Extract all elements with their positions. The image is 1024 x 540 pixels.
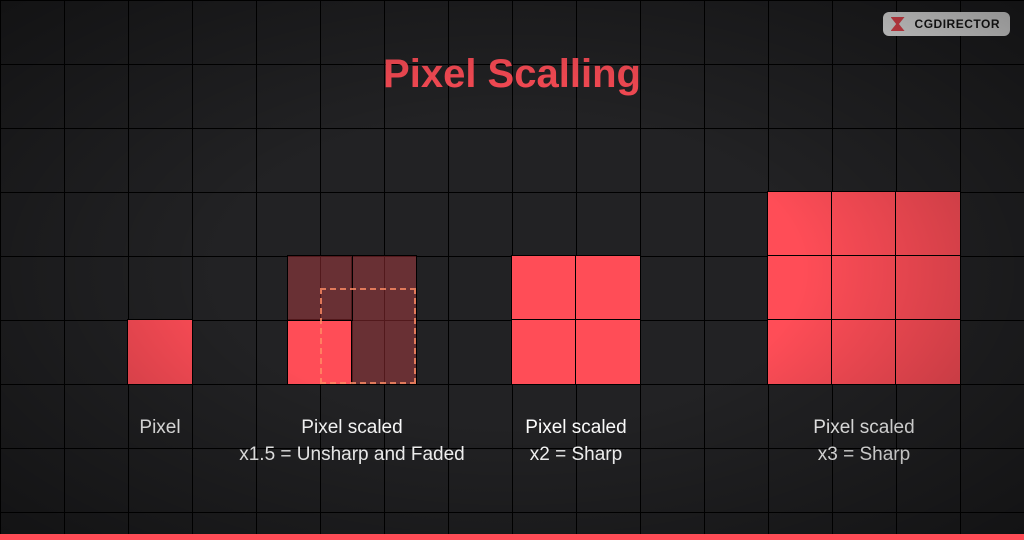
label-x2-line2: x2 = Sharp (530, 444, 622, 465)
label-x15: Pixel scaled x1.5 = Unsharp and Faded (222, 415, 482, 468)
pixel-x2-11 (576, 320, 640, 384)
pixel-x3-11 (832, 256, 896, 320)
pixel-x3-02 (896, 192, 960, 256)
label-x15-line2: x1.5 = Unsharp and Faded (239, 444, 465, 465)
pixel-x3-22 (896, 320, 960, 384)
pixel-original (128, 320, 192, 384)
brand-logo: CGDIRECTOR (883, 12, 1010, 36)
label-x2: Pixel scaled x2 = Sharp (446, 415, 706, 468)
accent-bottom-bar (0, 534, 1024, 540)
pixel-x3-10 (768, 256, 832, 320)
pixel-x3-00 (768, 192, 832, 256)
pixel-x2-10 (512, 320, 576, 384)
pixel-x3-01 (832, 192, 896, 256)
label-x3: Pixel scaled x3 = Sharp (734, 415, 994, 468)
pixel-x3-12 (896, 256, 960, 320)
label-original-line1: Pixel (139, 417, 180, 438)
pixel-x2-00 (512, 256, 576, 320)
label-x3-line2: x3 = Sharp (818, 444, 910, 465)
brand-logo-icon (891, 17, 909, 31)
label-x15-line1: Pixel scaled (301, 417, 402, 438)
pixel-x3-20 (768, 320, 832, 384)
brand-logo-text: CGDIRECTOR (915, 17, 1000, 31)
page-title: Pixel Scalling (0, 52, 1024, 97)
pixel-x15-dashed-outline (320, 288, 416, 384)
pixel-x3-21 (832, 320, 896, 384)
label-x2-line1: Pixel scaled (525, 417, 626, 438)
label-x3-line1: Pixel scaled (813, 417, 914, 438)
pixel-x2-01 (576, 256, 640, 320)
